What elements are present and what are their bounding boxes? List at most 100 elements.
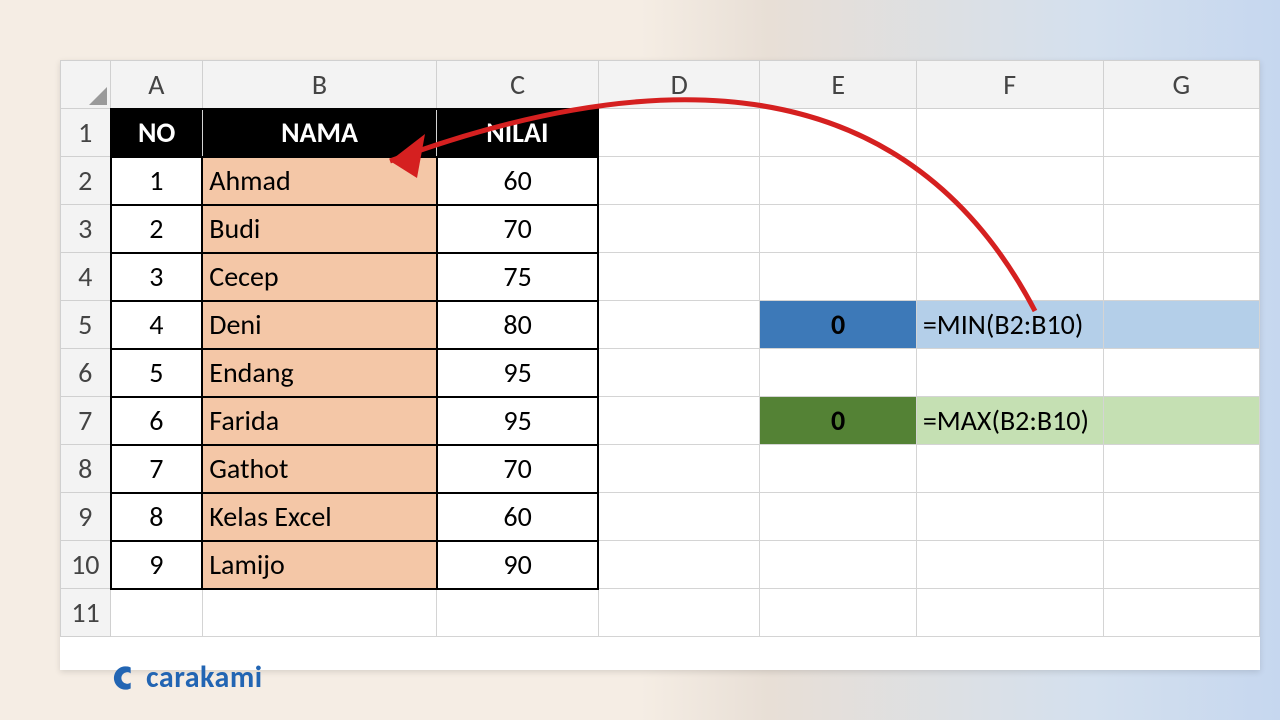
cell-D11[interactable] [598,589,760,637]
col-header-G[interactable]: G [1103,61,1259,109]
cell-G6[interactable] [1103,349,1259,397]
cell-B2[interactable]: Ahmad [202,157,437,205]
cell-C1[interactable]: NILAI [437,109,599,157]
logo-icon [112,664,140,692]
cell-B1[interactable]: NAMA [202,109,437,157]
row-header-4[interactable]: 4 [61,253,111,301]
cell-A10[interactable]: 9 [111,541,203,589]
cell-B3[interactable]: Budi [202,205,437,253]
cell-F3[interactable] [916,205,1103,253]
row-header-1[interactable]: 1 [61,109,111,157]
cell-C7[interactable]: 95 [437,397,599,445]
cell-E2[interactable] [760,157,916,205]
cell-B9[interactable]: Kelas Excel [202,493,437,541]
cell-A6[interactable]: 5 [111,349,203,397]
cell-D9[interactable] [598,493,760,541]
watermark: carakami [112,659,263,696]
cell-A4[interactable]: 3 [111,253,203,301]
row-header-7[interactable]: 7 [61,397,111,445]
cell-B11[interactable] [202,589,437,637]
cell-A9[interactable]: 8 [111,493,203,541]
cell-G9[interactable] [1103,493,1259,541]
cell-A5[interactable]: 4 [111,301,203,349]
cell-C8[interactable]: 70 [437,445,599,493]
cell-D3[interactable] [598,205,760,253]
cell-D1[interactable] [598,109,760,157]
cell-F7-max-formula[interactable]: =MAX(B2:B10) [916,397,1103,445]
col-header-E[interactable]: E [760,61,916,109]
cell-E3[interactable] [760,205,916,253]
row-header-2[interactable]: 2 [61,157,111,205]
row-header-9[interactable]: 9 [61,493,111,541]
cell-F6[interactable] [916,349,1103,397]
spreadsheet[interactable]: A B C D E F G 1 NO NAMA NILAI 2 1 Ahmad … [60,60,1260,670]
cell-D10[interactable] [598,541,760,589]
cell-C5[interactable]: 80 [437,301,599,349]
cell-A11[interactable] [111,589,203,637]
cell-A8[interactable]: 7 [111,445,203,493]
cell-D4[interactable] [598,253,760,301]
cell-G8[interactable] [1103,445,1259,493]
row-header-11[interactable]: 11 [61,589,111,637]
cell-G11[interactable] [1103,589,1259,637]
cell-C9[interactable]: 60 [437,493,599,541]
cell-E8[interactable] [760,445,916,493]
cell-E1[interactable] [760,109,916,157]
cell-F2[interactable] [916,157,1103,205]
cell-B6[interactable]: Endang [202,349,437,397]
cell-D7[interactable] [598,397,760,445]
cell-F9[interactable] [916,493,1103,541]
cell-G1[interactable] [1103,109,1259,157]
cell-G5[interactable] [1103,301,1259,349]
row-header-10[interactable]: 10 [61,541,111,589]
col-header-B[interactable]: B [202,61,437,109]
cell-A1[interactable]: NO [111,109,203,157]
col-header-C[interactable]: C [437,61,599,109]
cell-G7[interactable] [1103,397,1259,445]
cell-C4[interactable]: 75 [437,253,599,301]
row-header-3[interactable]: 3 [61,205,111,253]
col-header-A[interactable]: A [111,61,203,109]
cell-C3[interactable]: 70 [437,205,599,253]
cell-C6[interactable]: 95 [437,349,599,397]
cell-C2[interactable]: 60 [437,157,599,205]
cell-C11[interactable] [437,589,599,637]
cell-G2[interactable] [1103,157,1259,205]
cell-E4[interactable] [760,253,916,301]
cell-G3[interactable] [1103,205,1259,253]
cell-F8[interactable] [916,445,1103,493]
cell-F1[interactable] [916,109,1103,157]
cell-F4[interactable] [916,253,1103,301]
row-header-6[interactable]: 6 [61,349,111,397]
select-all-corner[interactable] [61,61,111,109]
cell-A2[interactable]: 1 [111,157,203,205]
cell-B10[interactable]: Lamijo [202,541,437,589]
grid[interactable]: A B C D E F G 1 NO NAMA NILAI 2 1 Ahmad … [60,60,1260,637]
row-header-5[interactable]: 5 [61,301,111,349]
cell-D6[interactable] [598,349,760,397]
cell-B4[interactable]: Cecep [202,253,437,301]
cell-F5-min-formula[interactable]: =MIN(B2:B10) [916,301,1103,349]
cell-E11[interactable] [760,589,916,637]
cell-B8[interactable]: Gathot [202,445,437,493]
cell-E6[interactable] [760,349,916,397]
cell-E9[interactable] [760,493,916,541]
col-header-F[interactable]: F [916,61,1103,109]
cell-C10[interactable]: 90 [437,541,599,589]
cell-D8[interactable] [598,445,760,493]
cell-A7[interactable]: 6 [111,397,203,445]
col-header-D[interactable]: D [598,61,760,109]
cell-F11[interactable] [916,589,1103,637]
row-header-8[interactable]: 8 [61,445,111,493]
cell-D5[interactable] [598,301,760,349]
cell-E7-max-result[interactable]: 0 [760,397,916,445]
cell-E5-min-result[interactable]: 0 [760,301,916,349]
cell-G4[interactable] [1103,253,1259,301]
cell-A3[interactable]: 2 [111,205,203,253]
cell-E10[interactable] [760,541,916,589]
cell-B7[interactable]: Farida [202,397,437,445]
cell-F10[interactable] [916,541,1103,589]
cell-D2[interactable] [598,157,760,205]
cell-B5[interactable]: Deni [202,301,437,349]
cell-G10[interactable] [1103,541,1259,589]
